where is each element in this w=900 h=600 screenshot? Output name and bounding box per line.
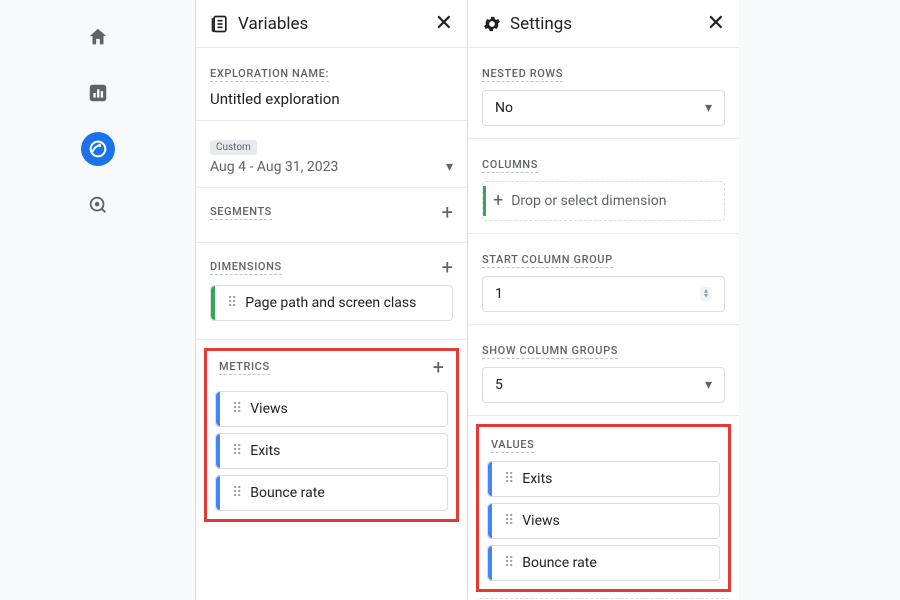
drag-handle-icon[interactable]: ⠿: [504, 513, 512, 529]
settings-panel: Settings ✕ NESTED ROWS No ▾ COLUMNS + Dr…: [467, 0, 739, 600]
metric-chip[interactable]: ⠿ Views: [215, 391, 448, 427]
reports-icon[interactable]: [81, 76, 115, 110]
segments-section: SEGMENTS +: [196, 188, 467, 243]
nested-rows-select[interactable]: No ▾: [482, 90, 725, 126]
metric-stripe: [216, 392, 220, 426]
add-metric-button[interactable]: +: [433, 357, 444, 377]
dimension-chip[interactable]: ⠿ Page path and screen class: [210, 285, 453, 321]
metric-stripe: [216, 476, 220, 510]
dimension-stripe: [483, 186, 486, 216]
start-column-spinner[interactable]: 1 ▴▾: [482, 276, 725, 312]
nested-rows-section: NESTED ROWS No ▾: [468, 48, 739, 139]
value-chip[interactable]: ⠿ Views: [487, 503, 720, 539]
segments-label: SEGMENTS: [210, 205, 272, 220]
chevron-down-icon: ▾: [446, 159, 453, 175]
metric-stripe: [488, 462, 492, 496]
value-chip[interactable]: ⠿ Bounce rate: [487, 545, 720, 581]
variables-header: Variables ✕: [196, 0, 467, 48]
dimension-chip-label: Page path and screen class: [245, 295, 416, 311]
variables-title: Variables: [238, 14, 308, 34]
columns-dropzone-label: Drop or select dimension: [511, 193, 666, 209]
home-icon[interactable]: [81, 20, 115, 54]
value-chip-label: Exits: [522, 471, 552, 487]
metric-stripe: [216, 434, 220, 468]
start-column-value: 1: [495, 286, 503, 302]
metric-stripe: [488, 546, 492, 580]
chevron-down-icon: ▾: [705, 377, 712, 393]
close-settings-button[interactable]: ✕: [707, 13, 725, 35]
metric-stripe: [488, 504, 492, 538]
metric-chip-label: Exits: [250, 443, 280, 459]
number-spinner-icon[interactable]: ▴▾: [700, 287, 712, 301]
value-chip-label: Bounce rate: [522, 555, 596, 571]
dimensions-section: DIMENSIONS + ⠿ Page path and screen clas…: [196, 243, 467, 340]
value-chip[interactable]: ⠿ Exits: [487, 461, 720, 497]
variables-panel: Variables ✕ EXPLORATION NAME: Untitled e…: [195, 0, 467, 600]
nav-rail: [0, 0, 195, 600]
columns-dropzone[interactable]: + Drop or select dimension: [482, 181, 725, 221]
show-column-groups-section: SHOW COLUMN GROUPS 5 ▾: [468, 325, 739, 416]
columns-section: COLUMNS + Drop or select dimension: [468, 139, 739, 234]
settings-header: Settings ✕: [468, 0, 739, 48]
exploration-name-input[interactable]: Untitled exploration: [210, 90, 453, 108]
dimensions-label: DIMENSIONS: [210, 260, 282, 275]
start-column-group-section: START COLUMN GROUP 1 ▴▾: [468, 234, 739, 325]
metric-chip[interactable]: ⠿ Exits: [215, 433, 448, 469]
show-column-groups-label: SHOW COLUMN GROUPS: [482, 344, 618, 359]
value-chip-label: Views: [522, 513, 560, 529]
drag-handle-icon[interactable]: ⠿: [232, 485, 240, 501]
add-dimension-button[interactable]: +: [442, 257, 453, 277]
date-range-tag: Custom: [210, 140, 257, 155]
add-segment-button[interactable]: +: [442, 202, 453, 222]
close-variables-button[interactable]: ✕: [435, 13, 453, 35]
show-column-groups-value: 5: [495, 377, 503, 393]
drag-handle-icon[interactable]: ⠿: [504, 555, 512, 571]
metrics-label: METRICS: [219, 360, 270, 375]
chevron-down-icon: ▾: [705, 100, 712, 116]
nested-rows-label: NESTED ROWS: [482, 67, 563, 82]
exploration-name-section: EXPLORATION NAME: Untitled exploration: [196, 48, 467, 121]
date-range-section[interactable]: Custom Aug 4 - Aug 31, 2023 ▾: [196, 121, 467, 188]
drag-handle-icon[interactable]: ⠿: [232, 443, 240, 459]
metric-chip-label: Views: [250, 401, 288, 417]
values-section: VALUES ⠿ Exits ⠿ Views ⠿ Bounce rate + D…: [468, 416, 739, 600]
values-label: VALUES: [491, 438, 534, 453]
dimension-stripe: [211, 286, 215, 320]
values-highlight: VALUES ⠿ Exits ⠿ Views ⠿ Bounce rate: [476, 424, 731, 592]
metrics-section: METRICS + ⠿ Views ⠿ Exits ⠿ Bounce rate: [196, 340, 467, 524]
date-range-value: Aug 4 - Aug 31, 2023: [210, 159, 338, 175]
settings-title: Settings: [510, 14, 572, 34]
metric-chip-label: Bounce rate: [250, 485, 324, 501]
explore-icon[interactable]: [81, 132, 115, 166]
gear-icon: [482, 14, 502, 34]
show-column-groups-select[interactable]: 5 ▾: [482, 367, 725, 403]
nested-rows-value: No: [495, 100, 513, 116]
variables-icon: [210, 14, 230, 34]
metric-chip[interactable]: ⠿ Bounce rate: [215, 475, 448, 511]
drag-handle-icon[interactable]: ⠿: [232, 401, 240, 417]
columns-label: COLUMNS: [482, 158, 538, 173]
advertising-icon[interactable]: [81, 188, 115, 222]
start-column-group-label: START COLUMN GROUP: [482, 253, 613, 268]
metrics-highlight: METRICS + ⠿ Views ⠿ Exits ⠿ Bounce rate: [204, 348, 459, 522]
drag-handle-icon[interactable]: ⠿: [504, 471, 512, 487]
drag-handle-icon[interactable]: ⠿: [227, 295, 235, 311]
plus-icon: +: [493, 192, 503, 210]
exploration-name-label: EXPLORATION NAME:: [210, 67, 329, 82]
